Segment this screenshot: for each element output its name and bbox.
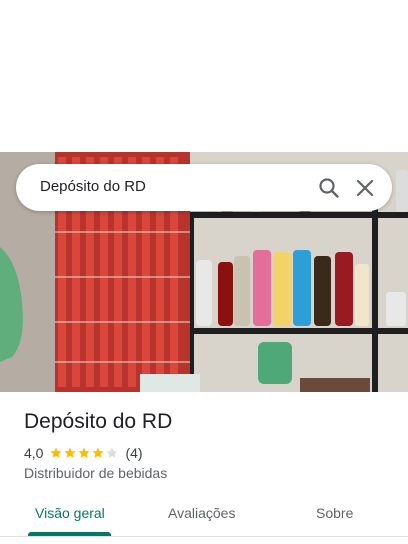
rating-row[interactable]: 4,0 (4) (24, 444, 143, 462)
tab-reviews[interactable]: Avaliações (168, 505, 235, 521)
rating-value: 4,0 (24, 445, 44, 461)
star-icon (50, 447, 63, 458)
star-empty-icon (106, 447, 119, 458)
star-icon (92, 447, 105, 458)
tab-bar: Visão geral Avaliações Sobre (0, 492, 408, 536)
star-rating (49, 446, 119, 460)
close-icon[interactable] (353, 176, 377, 200)
tab-about[interactable]: Sobre (316, 505, 353, 521)
search-bar[interactable]: Depósito do RD (16, 164, 392, 211)
review-count[interactable]: (4) (125, 445, 142, 461)
place-title: Depósito do RD (24, 410, 173, 433)
star-icon (64, 447, 77, 458)
tab-divider (0, 536, 408, 537)
search-query[interactable]: Depósito do RD (40, 178, 146, 195)
tab-overview[interactable]: Visão geral (35, 505, 105, 521)
search-icon[interactable] (317, 176, 341, 200)
star-icon (78, 447, 91, 458)
place-category: Distribuidor de bebidas (24, 465, 168, 481)
